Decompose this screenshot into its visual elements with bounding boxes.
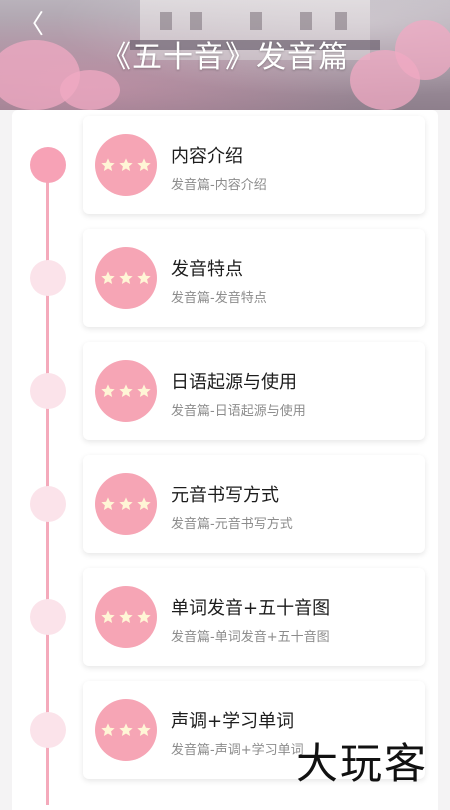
castle-window	[335, 12, 347, 30]
lesson-title: 发音特点	[171, 259, 243, 280]
lesson-title: 元音书写方式	[171, 485, 279, 506]
three-stars-icon	[95, 247, 157, 309]
castle-window	[190, 12, 202, 30]
castle-window	[300, 12, 312, 30]
lesson-title: 日语起源与使用	[171, 372, 297, 393]
three-stars-icon	[95, 586, 157, 648]
lesson-subtitle: 发音篇-单词发音+五十音图	[171, 630, 330, 645]
timeline-node	[30, 486, 66, 522]
lesson-title: 内容介绍	[171, 146, 243, 167]
three-stars-icon	[95, 360, 157, 422]
lesson-subtitle: 发音篇-内容介绍	[171, 178, 267, 193]
timeline-node	[30, 599, 66, 635]
lesson-card[interactable]: 元音书写方式发音篇-元音书写方式	[83, 455, 425, 553]
lesson-subtitle: 发音篇-发音特点	[171, 291, 267, 306]
castle-window	[160, 12, 172, 30]
lesson-title: 声调+学习单词	[171, 711, 295, 732]
timeline-node	[30, 147, 66, 183]
back-button[interactable]: 〈	[18, 10, 44, 40]
lesson-subtitle: 发音篇-日语起源与使用	[171, 404, 306, 419]
lesson-card[interactable]: 内容介绍发音篇-内容介绍	[83, 116, 425, 214]
three-stars-icon	[95, 134, 157, 196]
timeline-node	[30, 260, 66, 296]
page-title: 《五十音》发音篇	[101, 40, 349, 75]
watermark-logo: 大玩客	[296, 739, 429, 788]
lesson-subtitle: 发音篇-声调+学习单词	[171, 743, 304, 758]
lesson-card[interactable]: 单词发音+五十音图发音篇-单词发音+五十音图	[83, 568, 425, 666]
cherry-blossom	[60, 70, 120, 110]
lesson-subtitle: 发音篇-元音书写方式	[171, 517, 293, 532]
timeline-node	[30, 712, 66, 748]
three-stars-icon	[95, 473, 157, 535]
castle-window	[250, 12, 262, 30]
lesson-card[interactable]: 日语起源与使用发音篇-日语起源与使用	[83, 342, 425, 440]
header-banner: 〈 《五十音》发音篇	[0, 0, 450, 110]
three-stars-icon	[95, 699, 157, 761]
timeline-node	[30, 373, 66, 409]
lesson-title: 单词发音+五十音图	[171, 598, 331, 619]
lesson-card[interactable]: 发音特点发音篇-发音特点	[83, 229, 425, 327]
